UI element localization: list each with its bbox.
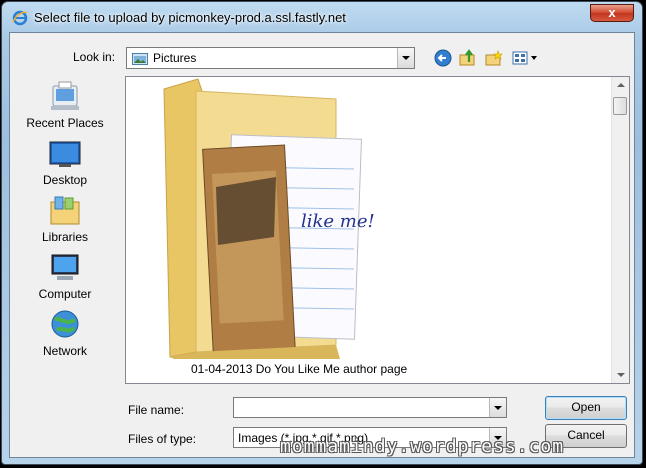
file-name-input[interactable] <box>233 397 507 418</box>
folder-thumbnail-icon: like me! <box>163 78 375 359</box>
chevron-down-icon[interactable] <box>397 48 414 68</box>
back-icon[interactable] <box>434 49 452 67</box>
place-libraries[interactable]: Libraries <box>15 194 115 244</box>
scroll-thumb[interactable] <box>613 97 627 115</box>
scroll-up-icon[interactable] <box>612 77 629 94</box>
recent-places-icon <box>47 80 83 114</box>
title-bar[interactable]: Select file to upload by picmonkey-prod.… <box>2 2 642 32</box>
dialog-window: Select file to upload by picmonkey-prod.… <box>1 1 643 465</box>
look-in-value: Pictures <box>153 51 197 65</box>
libraries-icon <box>47 194 83 228</box>
view-menu-icon[interactable] <box>512 49 540 67</box>
watermark-text: mommamindy.wordpress.com <box>280 436 565 457</box>
pictures-folder-icon <box>132 52 148 65</box>
internet-explorer-icon <box>12 10 28 26</box>
place-network[interactable]: Network <box>15 308 115 358</box>
close-button[interactable]: x <box>590 4 634 22</box>
place-desktop[interactable]: Desktop <box>15 137 115 187</box>
close-icon: x <box>608 5 616 20</box>
desktop-icon <box>47 137 83 171</box>
dialog-client: Look in: Pictures Recent Places Desktop … <box>9 32 635 458</box>
place-label: Recent Places <box>26 116 104 130</box>
place-label: Computer <box>38 287 92 301</box>
place-recent-places[interactable]: Recent Places <box>15 80 115 130</box>
file-name-label: 01-04-2013 Do You Like Me author page <box>191 362 408 376</box>
chevron-down-icon[interactable] <box>489 398 506 417</box>
thumbnail-handwriting: like me! <box>301 211 375 232</box>
new-folder-icon[interactable] <box>485 49 503 67</box>
list-item[interactable]: like me! 01-04-2013 Do You Like Me autho… <box>156 77 407 377</box>
file-name-label-text: File name: <box>128 403 185 417</box>
scroll-down-icon[interactable] <box>612 366 629 383</box>
look-in-label: Look in: <box>73 50 116 64</box>
open-button[interactable]: Open <box>545 396 627 420</box>
place-computer[interactable]: Computer <box>15 251 115 301</box>
file-list-pane[interactable]: like me! 01-04-2013 Do You Like Me autho… <box>125 76 630 384</box>
place-label: Network <box>42 344 87 358</box>
look-in-dropdown[interactable]: Pictures <box>126 47 415 69</box>
computer-icon <box>47 251 83 285</box>
up-folder-icon[interactable] <box>459 49 477 67</box>
place-label: Libraries <box>41 230 89 244</box>
window-title: Select file to upload by picmonkey-prod.… <box>34 10 346 25</box>
vertical-scrollbar[interactable] <box>611 77 629 383</box>
network-icon <box>47 308 83 342</box>
place-label: Desktop <box>42 173 88 187</box>
file-type-label-text: Files of type: <box>128 432 197 446</box>
